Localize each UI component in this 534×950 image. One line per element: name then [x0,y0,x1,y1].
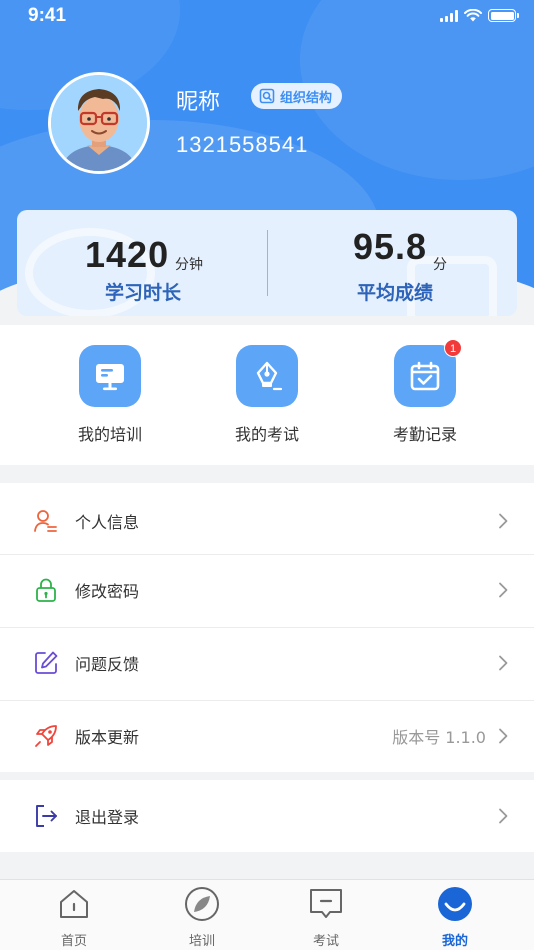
my-exam-button[interactable]: 我的考试 [207,345,327,445]
monitor-icon [79,345,141,407]
tab-label: 首页 [60,934,87,949]
study-time-stat: 1420 分钟 学习时长 [17,210,267,316]
notification-badge: 1 [444,339,462,357]
version-number: 版本号 1.1.0 [392,728,486,747]
user-face-icon [438,887,472,921]
profile-header: 9:41 昵称 组织结构 1321558541 1420 分钟 学习时长 95.… [0,0,534,330]
menu-item-change-password[interactable]: 修改密码 [0,554,534,626]
stats-card: 1420 分钟 学习时长 95.8 分 平均成绩 [17,210,517,316]
tab-training[interactable]: 培训 [162,886,242,949]
calendar-check-icon: 1 [394,339,462,407]
rocket-icon [35,725,57,747]
leaf-icon [185,887,219,921]
menu-item-personal-info[interactable]: 个人信息 [0,485,534,557]
menu-item-label: 版本更新 [75,728,140,747]
chevron-right-icon [499,655,508,671]
battery-icon [488,9,519,22]
study-time-value: 1420 [85,234,170,275]
avatar[interactable] [48,72,150,174]
tab-mine[interactable]: 我的 [415,886,495,949]
quick-action-label: 考勤记录 [392,425,457,444]
wifi-icon [464,9,482,22]
menu-item-label: 问题反馈 [75,655,140,674]
home-icon [60,890,88,918]
chevron-right-icon [499,513,508,529]
org-structure-label: 组织结构 [280,90,333,106]
logout-menu: 退出登录 [0,780,534,852]
lock-icon [36,578,56,602]
quick-action-label: 我的考试 [234,425,299,444]
tab-exam[interactable]: 考试 [286,886,366,949]
study-time-unit: 分钟 [175,257,203,273]
edit-icon [35,651,58,674]
avg-score-unit: 分 [433,257,447,273]
quick-actions: 我的培训 我的考试 1 考勤记录 [0,325,534,465]
menu-item-logout[interactable]: 退出登录 [0,780,534,852]
pen-icon [236,345,298,407]
quick-action-label: 我的培训 [77,425,142,444]
status-bar: 9:41 [0,0,534,32]
phone-number: 1321558541 [176,132,309,157]
tab-bar: 首页 培训 考试 我的 [0,879,534,950]
nickname: 昵称 [176,90,221,115]
chevron-right-icon [499,728,508,744]
org-structure-button[interactable]: 组织结构 [251,83,343,109]
menu-item-feedback[interactable]: 问题反馈 [0,627,534,699]
chevron-right-icon [499,582,508,598]
menu-item-label: 退出登录 [75,808,140,827]
settings-menu: 个人信息 修改密码 问题反馈 版本更新 版本号 1.1.0 [0,483,534,772]
signal-icon [440,9,458,22]
tab-label: 我的 [441,934,468,949]
avg-score-stat: 95.8 分 平均成绩 [267,210,517,316]
exam-icon [310,889,342,918]
tab-label: 考试 [312,934,339,949]
tab-label: 培训 [188,934,215,949]
avatar-illustration [51,75,147,171]
study-time-label: 学习时长 [105,282,182,304]
attendance-button[interactable]: 1 考勤记录 [365,339,485,445]
menu-item-label: 个人信息 [75,513,140,532]
search-doc-icon [259,88,275,104]
tab-home[interactable]: 首页 [34,886,114,949]
avg-score-label: 平均成绩 [357,282,434,304]
status-time: 9:41 [28,5,67,26]
menu-item-version-update[interactable]: 版本更新 版本号 1.1.0 [0,700,534,772]
chevron-right-icon [499,808,508,824]
person-icon [34,510,57,532]
menu-item-label: 修改密码 [75,582,140,601]
avg-score-value: 95.8 [353,226,428,267]
my-training-button[interactable]: 我的培训 [50,345,170,445]
logout-icon [36,805,57,827]
